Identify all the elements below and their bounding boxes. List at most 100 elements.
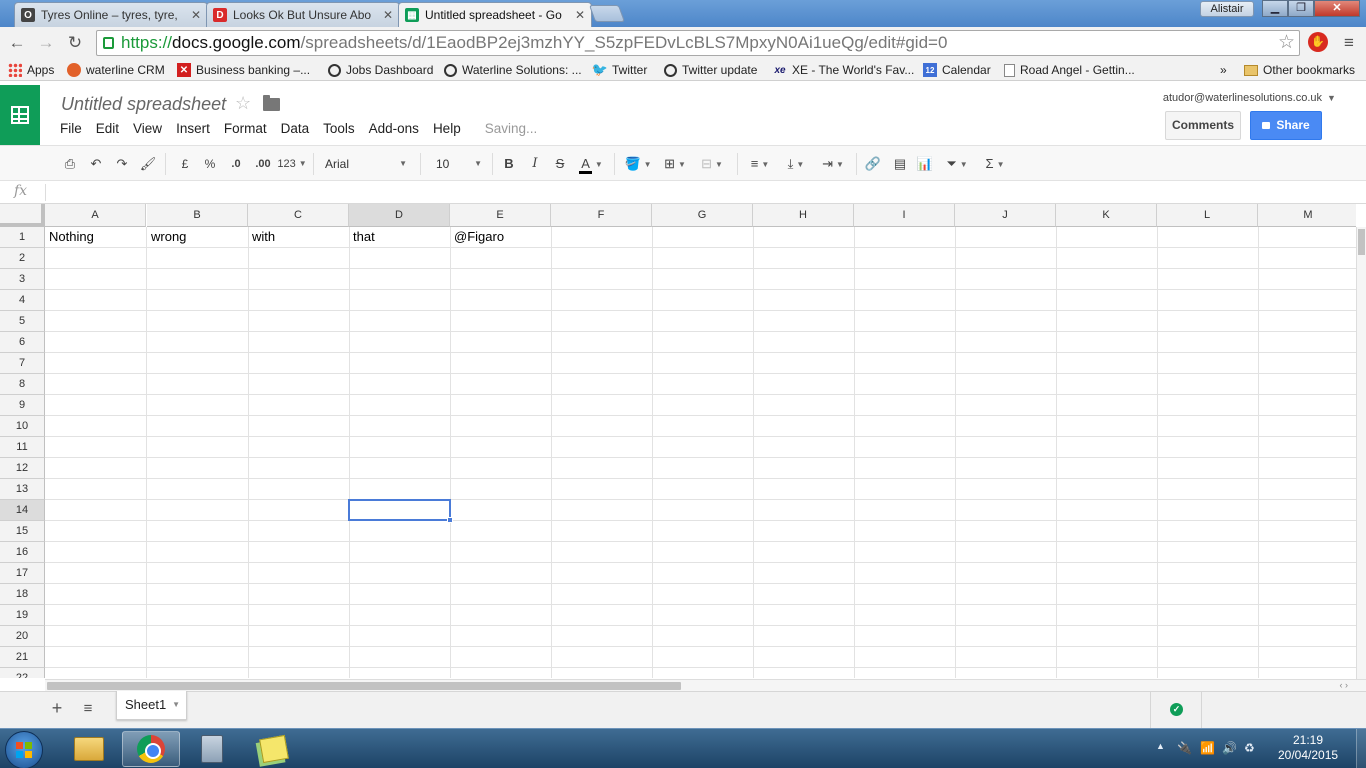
bold-button[interactable]: B: [500, 154, 518, 174]
taskbar-chrome[interactable]: [122, 731, 180, 767]
merge-cells-icon[interactable]: ⊟ ▼: [695, 154, 729, 174]
column-header-c[interactable]: C: [248, 204, 349, 227]
scroll-arrows-icon[interactable]: ‹ ›: [1340, 680, 1349, 690]
maximize-window-button[interactable]: ❐: [1288, 0, 1314, 17]
bookmark-waterline-crm[interactable]: waterline CRM: [67, 62, 165, 78]
row-header-3[interactable]: 3: [0, 269, 45, 290]
column-header-m[interactable]: M: [1258, 204, 1356, 227]
text-color-button[interactable]: A ▼: [576, 154, 606, 174]
vertical-scrollbar[interactable]: [1356, 227, 1366, 679]
increase-decimal-button[interactable]: .00: [252, 154, 274, 174]
bookmark-business-banking[interactable]: ✕ Business banking –...: [177, 62, 310, 78]
menu-edit[interactable]: Edit: [96, 121, 119, 136]
fill-handle[interactable]: [447, 517, 453, 523]
profile-button[interactable]: Alistair: [1200, 1, 1254, 17]
column-header-i[interactable]: I: [854, 204, 955, 227]
sheet-tab-sheet1[interactable]: Sheet1 ▼: [116, 691, 187, 720]
row-header-14[interactable]: 14: [0, 500, 45, 521]
minimize-window-button[interactable]: ▁: [1262, 0, 1288, 17]
column-header-e[interactable]: E: [450, 204, 551, 227]
address-bar[interactable]: https://docs.google.com/spreadsheets/d/1…: [96, 30, 1300, 56]
undo-icon[interactable]: ↶: [86, 154, 106, 174]
sheets-logo-icon[interactable]: [0, 85, 40, 145]
sync-icon[interactable]: ♻: [1244, 741, 1255, 755]
menu-format[interactable]: Format: [224, 121, 267, 136]
row-header-17[interactable]: 17: [0, 563, 45, 584]
filter-icon[interactable]: ⏷ ▼: [940, 154, 974, 174]
reload-icon[interactable]: ↻: [64, 32, 86, 54]
menu-tools[interactable]: Tools: [323, 121, 355, 136]
paint-format-icon[interactable]: 🖌: [138, 154, 158, 174]
bookmark-waterline-solutions[interactable]: Waterline Solutions: ...: [444, 62, 582, 78]
fill-color-icon[interactable]: 🪣 ▼: [623, 154, 653, 174]
browser-tab-spreadsheet[interactable]: ▦ Untitled spreadsheet - Go ✕: [398, 2, 592, 27]
insert-link-icon[interactable]: 🔗: [862, 154, 884, 174]
column-header-j[interactable]: J: [955, 204, 1056, 227]
functions-button[interactable]: Σ ▼: [980, 154, 1010, 174]
column-header-k[interactable]: K: [1056, 204, 1157, 227]
system-clock[interactable]: 21:19 20/04/2015: [1278, 733, 1338, 763]
bookmark-twitter-update[interactable]: Twitter update: [664, 62, 757, 78]
menu-add-ons[interactable]: Add-ons: [369, 121, 419, 136]
close-tab-icon[interactable]: ✕: [383, 8, 393, 22]
show-desktop-button[interactable]: [1356, 729, 1366, 768]
row-header-12[interactable]: 12: [0, 458, 45, 479]
scrollbar-thumb[interactable]: [1358, 229, 1365, 255]
taskbar-windows-explorer[interactable]: [60, 731, 118, 767]
row-header-19[interactable]: 19: [0, 605, 45, 626]
bookmark-calendar[interactable]: 12 Calendar: [923, 62, 991, 78]
row-header-22[interactable]: 22: [0, 668, 45, 678]
row-header-2[interactable]: 2: [0, 248, 45, 269]
row-header-7[interactable]: 7: [0, 353, 45, 374]
taskbar-calculator[interactable]: [183, 731, 241, 767]
decrease-decimal-button[interactable]: .0: [226, 154, 246, 174]
taskbar-sticky-notes[interactable]: [245, 731, 303, 767]
more-formats-button[interactable]: 123 ▼: [277, 154, 307, 174]
text-wrapping-icon[interactable]: ⇥ ▼: [816, 154, 850, 174]
new-tab-button[interactable]: [588, 5, 626, 22]
row-header-6[interactable]: 6: [0, 332, 45, 353]
row-header-8[interactable]: 8: [0, 374, 45, 395]
bookmark-jobs-dashboard[interactable]: Jobs Dashboard: [328, 62, 433, 78]
menu-file[interactable]: File: [60, 121, 82, 136]
row-header-11[interactable]: 11: [0, 437, 45, 458]
insert-comment-icon[interactable]: ▤: [889, 154, 911, 174]
browser-tab-looks-ok[interactable]: D Looks Ok But Unsure Abo ✕: [206, 2, 400, 27]
start-button[interactable]: [5, 731, 43, 768]
all-sheets-menu-icon[interactable]: ≡: [79, 700, 97, 717]
font-family-select[interactable]: Arial ▼: [325, 154, 407, 174]
vertical-align-icon[interactable]: ⤓ ▼: [781, 154, 811, 174]
menu-insert[interactable]: Insert: [176, 121, 210, 136]
bookmark-xe[interactable]: xe XE - The World's Fav...: [773, 62, 914, 78]
show-hidden-icons-icon[interactable]: ▲: [1156, 741, 1165, 751]
formula-input[interactable]: [45, 184, 1355, 201]
comments-button[interactable]: Comments: [1165, 111, 1241, 140]
strikethrough-button[interactable]: S: [551, 154, 569, 174]
italic-button[interactable]: I: [526, 154, 544, 174]
row-header-16[interactable]: 16: [0, 542, 45, 563]
column-header-d[interactable]: D: [349, 204, 450, 227]
menu-view[interactable]: View: [133, 121, 162, 136]
document-title[interactable]: Untitled spreadsheet: [61, 94, 226, 115]
back-arrow-icon[interactable]: ←: [6, 32, 28, 54]
row-header-10[interactable]: 10: [0, 416, 45, 437]
forward-arrow-icon[interactable]: →: [35, 32, 57, 54]
column-header-g[interactable]: G: [652, 204, 753, 227]
horizontal-align-icon[interactable]: ≡ ▼: [745, 154, 775, 174]
network-signal-icon[interactable]: 📶: [1200, 741, 1215, 755]
column-header-f[interactable]: F: [551, 204, 652, 227]
folder-icon[interactable]: [263, 95, 280, 111]
column-header-h[interactable]: H: [753, 204, 854, 227]
cell-c1[interactable]: with: [248, 227, 349, 248]
cell-e1[interactable]: @Figaro: [450, 227, 551, 248]
row-header-9[interactable]: 9: [0, 395, 45, 416]
chevron-down-icon[interactable]: ▼: [1327, 93, 1336, 103]
add-sheet-button[interactable]: +: [48, 698, 66, 719]
row-header-5[interactable]: 5: [0, 311, 45, 332]
bookmark-road-angel[interactable]: Road Angel - Gettin...: [1004, 62, 1135, 78]
bookmark-apps[interactable]: Apps: [8, 62, 54, 78]
scrollbar-thumb[interactable]: [47, 682, 681, 690]
other-bookmarks[interactable]: Other bookmarks: [1244, 62, 1355, 78]
bookmark-star-icon[interactable]: ☆: [1278, 31, 1295, 55]
row-header-4[interactable]: 4: [0, 290, 45, 311]
